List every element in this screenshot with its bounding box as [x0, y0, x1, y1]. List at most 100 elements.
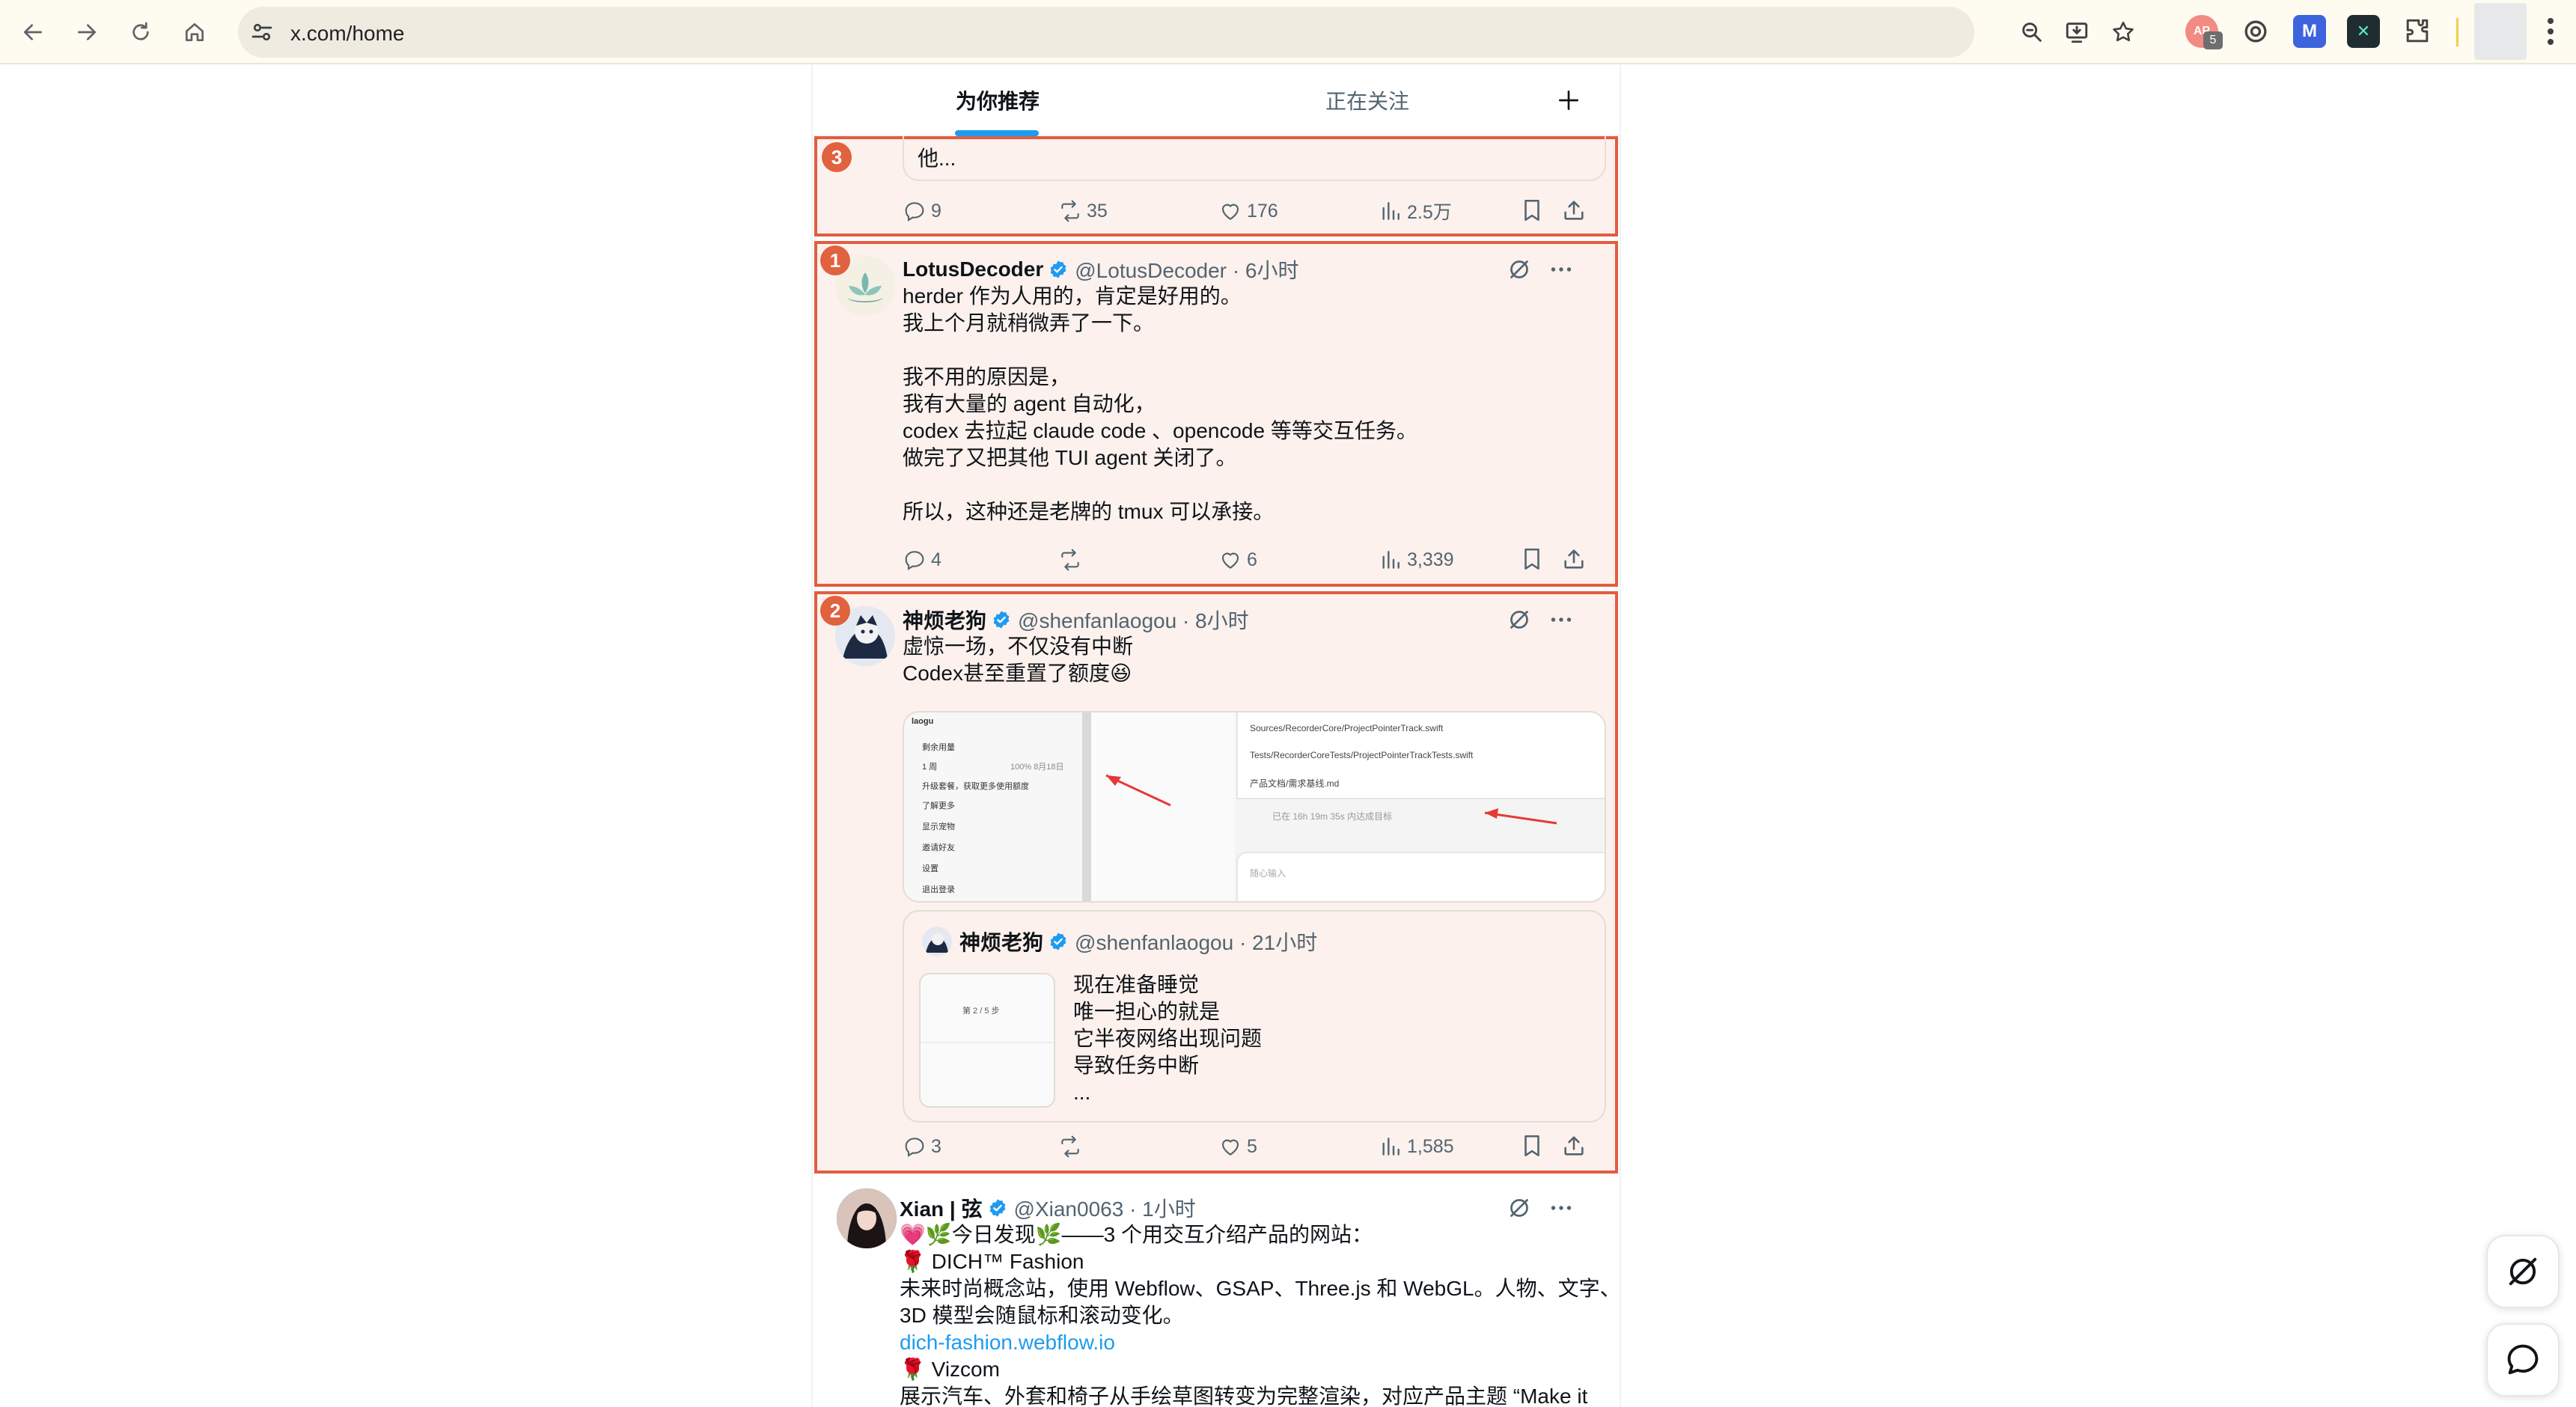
reload-button[interactable]	[121, 13, 160, 52]
extension-count-badge: 5	[2203, 31, 2223, 49]
browser-menu-icon[interactable]	[2546, 16, 2555, 46]
post-actions: 4 6 3,339	[903, 545, 1606, 575]
post-link[interactable]: dich-fashion.webflow.io	[900, 1329, 1115, 1356]
annotation-badge-2: 2	[820, 596, 850, 626]
post-header: LotusDecoder @LotusDecoder · 6小时	[903, 254, 1298, 284]
share-icon[interactable]	[1561, 198, 1587, 223]
quoted-post-truncated-text: 他...	[918, 147, 956, 170]
post-text-line-5: 🌹 Vizcom	[900, 1358, 1000, 1381]
bookmark-star-icon[interactable]	[2110, 19, 2136, 45]
home-button[interactable]	[175, 13, 214, 52]
share-icon[interactable]	[1561, 546, 1587, 572]
post-xian: Xian | 弦 @Xian0063 · 1小时 💗🌿今日发现🌿——3 个用交互…	[814, 1176, 1621, 1407]
avatar-xian[interactable]	[837, 1188, 897, 1248]
heart-icon	[1221, 1139, 1239, 1156]
post-text-line-2: 🌹 DICH™ Fashion	[900, 1250, 1084, 1273]
repost-icon	[1061, 549, 1079, 571]
post-highlight-2: 2 神烦老狗 @shenfanlaogou · 8小时 虚惊一场，不仅没有中断 …	[814, 591, 1618, 1173]
quoted-handle-time: @shenfanlaogou · 21小时	[1075, 931, 1318, 954]
quoted-author-name: 神烦老狗	[959, 931, 1044, 954]
verified-badge-icon	[1050, 933, 1066, 950]
tab-following[interactable]: 正在关注	[1182, 64, 1552, 136]
views-chart-icon	[1382, 551, 1400, 569]
bookmark-icon[interactable]	[1519, 1133, 1545, 1159]
repost-icon	[1061, 1135, 1079, 1158]
author-name[interactable]: Xian | 弦	[900, 1193, 983, 1223]
like-button[interactable]: 5	[1218, 1132, 1257, 1162]
views-button[interactable]: 2.5万	[1379, 196, 1452, 226]
address-bar[interactable]: x.com/home	[238, 7, 2134, 58]
timeline-column: 为你推荐 正在关注 他... 3 9 35 176 2.5万 1 LotusDe…	[811, 64, 1621, 1407]
chat-bubble-icon	[2507, 1344, 2539, 1375]
reply-button[interactable]: 3	[903, 1132, 941, 1162]
views-chart-icon	[1382, 1138, 1400, 1156]
author-handle-time[interactable]: @LotusDecoder · 6小时	[1075, 254, 1298, 284]
grok-icon[interactable]	[1506, 606, 1533, 633]
author-handle-time[interactable]: @shenfanlaogou · 8小时	[1018, 605, 1249, 635]
like-button[interactable]: 6	[1218, 545, 1257, 575]
author-name[interactable]: LotusDecoder	[903, 257, 1043, 281]
openai-extension-icon[interactable]	[2239, 15, 2272, 48]
more-options-icon[interactable]	[1548, 256, 1575, 283]
add-tab-icon[interactable]	[1554, 85, 1584, 115]
back-button[interactable]	[13, 13, 52, 52]
install-app-icon[interactable]	[2064, 19, 2090, 45]
post-highlight-1: 1 LotusDecoder @LotusDecoder · 6小时 herde…	[814, 241, 1618, 587]
quoted-post-text: 现在准备睡觉 唯一担心的就是 它半夜网络出现问题 导致任务中断 ...	[1073, 973, 1263, 1104]
active-tab-indicator	[955, 130, 1039, 136]
post-highlight-3: 他... 3 9 35 176 2.5万	[814, 136, 1618, 236]
x-tool-extension-icon[interactable]: ✕	[2347, 15, 2380, 48]
bookmark-icon[interactable]	[1519, 546, 1545, 572]
post-text: herder 作为人用的，肯定是好用的。 我上个月就稍微弄了一下。 我不用的原因…	[903, 284, 1417, 523]
grok-floating-button[interactable]	[2486, 1235, 2560, 1308]
browser-window: x.com/home AP 5 M ✕ 为你推荐 正在关注 他... 3 9 3…	[0, 0, 2576, 1407]
toolbar-divider	[2456, 18, 2459, 46]
more-options-icon[interactable]	[1548, 1194, 1575, 1221]
dog-avatar-icon	[922, 927, 952, 956]
puzzle-extensions-icon[interactable]	[2401, 15, 2434, 48]
reply-icon	[905, 551, 924, 570]
repost-icon	[1061, 200, 1079, 222]
post-actions: 9 35 176 2.5万	[903, 196, 1606, 226]
grok-icon[interactable]	[1506, 1194, 1533, 1221]
browser-toolbar: x.com/home AP 5 M ✕	[0, 0, 2576, 64]
post-media-image[interactable]: laogu 剩余用量 1 周 100% 8月18日 升级套餐，获取更多使用额度 …	[903, 711, 1606, 903]
tab-for-you[interactable]: 为你推荐	[813, 64, 1182, 136]
share-icon[interactable]	[1561, 1133, 1587, 1159]
views-chart-icon	[1382, 202, 1400, 220]
post-header: 神烦老狗 @shenfanlaogou · 8小时	[903, 605, 1249, 635]
author-name[interactable]: 神烦老狗	[903, 605, 986, 635]
quoted-post[interactable]: 神烦老狗 @shenfanlaogou · 21小时 第 2 / 5 步 现在准…	[903, 910, 1606, 1123]
reply-count: 4	[931, 549, 941, 570]
annotation-badge-3: 3	[822, 142, 852, 172]
m-extension-icon[interactable]: M	[2293, 15, 2326, 48]
post-text: 虚惊一场，不仅没有中断 Codex甚至重置了额度😆	[903, 635, 1134, 685]
zoom-icon[interactable]	[2019, 19, 2045, 45]
repost-button[interactable]: 35	[1058, 196, 1108, 226]
post-text-line-1: 💗🌿今日发现🌿——3 个用交互介绍产品的网站：	[900, 1223, 1373, 1246]
reply-button[interactable]: 4	[903, 545, 941, 575]
more-options-icon[interactable]	[1548, 606, 1575, 633]
grok-icon[interactable]	[1506, 256, 1533, 283]
portrait-avatar-icon	[837, 1188, 897, 1248]
profile-avatar[interactable]	[2474, 3, 2527, 60]
post-header: Xian | 弦 @Xian0063 · 1小时	[900, 1193, 1196, 1223]
repost-button[interactable]	[1058, 1132, 1087, 1162]
reply-button[interactable]: 9	[903, 196, 941, 226]
reply-count: 9	[931, 200, 941, 222]
grok-icon	[2509, 1257, 2537, 1286]
post-text-line-3: 未来时尚概念站，使用 Webflow、GSAP、Three.js 和 WebGL…	[900, 1277, 1621, 1300]
url-text[interactable]: x.com/home	[290, 22, 405, 46]
quoted-post-bottom: 他...	[903, 136, 1606, 181]
views-button[interactable]: 3,339	[1379, 545, 1454, 575]
home-icon	[186, 23, 204, 41]
messages-floating-button[interactable]	[2486, 1323, 2560, 1397]
like-button[interactable]: 176	[1218, 196, 1278, 226]
bookmark-icon[interactable]	[1519, 198, 1545, 223]
forward-button[interactable]	[67, 13, 106, 52]
site-settings-icon[interactable]	[248, 19, 275, 46]
repost-button[interactable]	[1058, 545, 1087, 575]
reload-icon	[132, 22, 149, 40]
author-handle-time[interactable]: @Xian0063 · 1小时	[1014, 1193, 1196, 1223]
views-button[interactable]: 1,585	[1379, 1132, 1454, 1162]
